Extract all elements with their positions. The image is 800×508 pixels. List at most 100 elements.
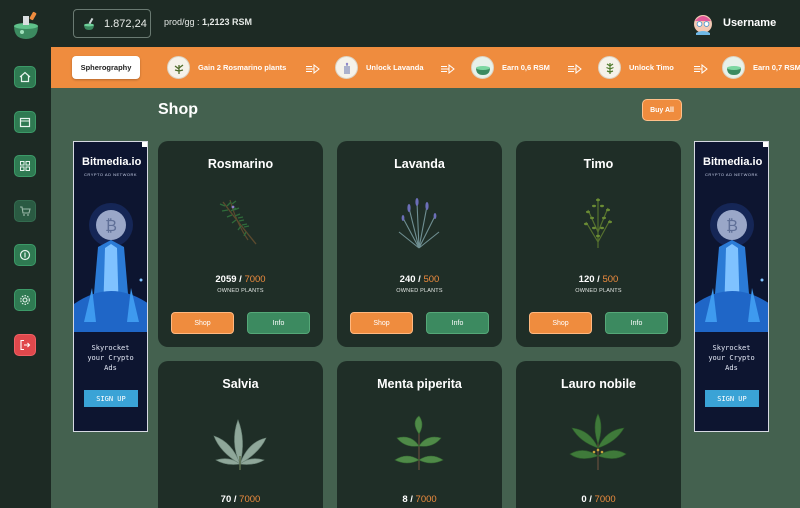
- production-label: prod/gg :: [164, 17, 203, 27]
- plant-card: Lavanda 240 / 500 OWNED PLANTS Shop Info: [337, 141, 502, 347]
- quest-label: Gain 2 Rosmarino plants: [198, 63, 287, 72]
- quest-item[interactable]: Earn 0,6 RSM: [471, 56, 550, 79]
- ad-signup-button[interactable]: SIGN UP: [84, 390, 138, 407]
- app-logo[interactable]: [10, 10, 42, 42]
- shop-button[interactable]: Shop: [529, 312, 592, 334]
- quest-label: Unlock Timo: [629, 63, 674, 72]
- logout-icon: [20, 339, 31, 351]
- owned-value: 8: [402, 494, 408, 505]
- spherography-button[interactable]: Spherography: [72, 56, 140, 79]
- sidebar-item-home[interactable]: [14, 66, 36, 88]
- owned-label: OWNED PLANTS: [396, 288, 443, 294]
- plant-name: Menta piperita: [377, 377, 462, 391]
- plant-name: Salvia: [222, 377, 259, 391]
- ad-subtitle: CRYPTO AD NETWORK: [704, 172, 759, 177]
- sidebar-item-grid[interactable]: [14, 155, 36, 177]
- owned-count: 240 / 500: [399, 274, 440, 285]
- svg-text:₿: ₿: [105, 216, 117, 235]
- coin-icon: [19, 249, 31, 261]
- ad-signup-button[interactable]: SIGN UP: [705, 390, 759, 407]
- ad-subtitle: CRYPTO AD NETWORK: [83, 172, 138, 177]
- plant-icon: [335, 56, 358, 79]
- rocket-illustration: ₿: [695, 203, 768, 332]
- plant-card: Timo 120 / 500 OWNED PLANTS Shop Info: [516, 141, 681, 347]
- production-value: 1,2123 RSM: [202, 17, 253, 27]
- plant-name: Rosmarino: [207, 157, 274, 171]
- balance-value: 1.872,24: [104, 17, 147, 30]
- max-value: 7000: [594, 494, 616, 505]
- ad-banner-left[interactable]: Bitmedia.io CRYPTO AD NETWORK ₿ Skyrocke…: [73, 141, 148, 432]
- info-button[interactable]: Info: [247, 312, 310, 334]
- max-value: 7000: [239, 494, 261, 505]
- plant-name: Timo: [583, 157, 614, 171]
- sidebar-item-coin[interactable]: [14, 244, 36, 266]
- owned-count: 70 / 7000: [220, 494, 261, 505]
- sidebar-item-calendar[interactable]: [14, 111, 36, 133]
- plant-name: Lauro nobile: [561, 377, 636, 391]
- laurel-plant-icon: [569, 413, 627, 470]
- owned-count: 2059 / 7000: [215, 274, 266, 285]
- plant-icon: [167, 56, 190, 79]
- plant-card: Salvia 70 / 7000: [158, 361, 323, 508]
- potion-icon: [722, 56, 745, 79]
- ad-banner-right[interactable]: Bitmedia.io CRYPTO AD NETWORK ₿ Skyrocke…: [694, 141, 769, 432]
- username: Username: [723, 17, 777, 29]
- sidebar-item-settings[interactable]: [14, 289, 36, 311]
- topbar: 1.872,24 prod/gg : 1,2123 RSM Username: [51, 0, 800, 47]
- ad-text: Skyrocket your Crypto Ads: [87, 344, 134, 372]
- ad-brand: Bitmedia.io: [82, 156, 142, 168]
- ad-brand: Bitmedia.io: [703, 156, 763, 168]
- quest-item[interactable]: Unlock Timo: [598, 56, 674, 79]
- main-content: Shop Buy All Bitmedia.io CRYPTO AD NETWO…: [51, 88, 800, 508]
- rosemary-plant-icon: [219, 199, 257, 245]
- owned-value: 120: [578, 274, 595, 285]
- sidebar: [0, 0, 51, 508]
- plant-card: Menta piperita 8 / 7000: [337, 361, 502, 508]
- sage-plant-icon: [213, 419, 267, 470]
- ad-text: Skyrocket your Crypto Ads: [708, 344, 755, 372]
- owned-count: 120 / 500: [578, 274, 619, 285]
- potion-icon: [84, 17, 94, 30]
- lavender-plant-icon: [398, 198, 440, 249]
- ad-corner: [763, 142, 768, 147]
- production-rate: prod/gg : 1,2123 RSM: [164, 17, 252, 27]
- arrow-right-icon: [306, 64, 320, 74]
- owned-count: 8 / 7000: [402, 494, 437, 505]
- page-title: Shop: [158, 101, 198, 118]
- plant-card: Lauro nobile 0 / 7000: [516, 361, 681, 508]
- buy-all-button[interactable]: Buy All: [642, 99, 682, 121]
- owned-value: 0: [581, 494, 587, 505]
- quest-label: Earn 0,6 RSM: [502, 63, 550, 72]
- home-icon: [19, 71, 31, 83]
- plant-icon: [598, 56, 621, 79]
- balance-box[interactable]: 1.872,24: [73, 9, 151, 38]
- max-value: 500: [602, 274, 619, 285]
- gear-icon: [20, 295, 30, 305]
- owned-value: 240: [399, 274, 416, 285]
- sidebar-item-logout[interactable]: [14, 334, 36, 356]
- quest-item[interactable]: Unlock Lavanda: [335, 56, 424, 79]
- owned-label: OWNED PLANTS: [217, 288, 264, 294]
- max-value: 7000: [415, 494, 437, 505]
- owned-value: 2059: [215, 274, 237, 285]
- thyme-plant-icon: [584, 198, 612, 248]
- svg-text:₿: ₿: [726, 216, 738, 235]
- sidebar-item-cart[interactable]: [14, 200, 36, 222]
- arrow-right-icon: [694, 64, 708, 74]
- shop-button[interactable]: Shop: [171, 312, 234, 334]
- max-value: 7000: [244, 274, 266, 285]
- owned-count: 0 / 7000: [581, 494, 616, 505]
- plant-card: Rosmarino 2059 / 7000 OWNED PLANTS Shop …: [158, 141, 323, 347]
- shop-button[interactable]: Shop: [350, 312, 413, 334]
- calendar-icon: [19, 117, 31, 128]
- ad-corner: [142, 142, 147, 147]
- quest-label: Earn 0,7 RSM: [753, 63, 800, 72]
- user-menu[interactable]: Username: [692, 11, 776, 35]
- plant-name: Lavanda: [394, 157, 445, 171]
- max-value: 500: [423, 274, 440, 285]
- arrow-right-icon: [441, 64, 455, 74]
- quest-item[interactable]: Earn 0,7 RSM: [722, 56, 800, 79]
- quest-item[interactable]: Gain 2 Rosmarino plants: [167, 56, 286, 79]
- info-button[interactable]: Info: [605, 312, 668, 334]
- info-button[interactable]: Info: [426, 312, 489, 334]
